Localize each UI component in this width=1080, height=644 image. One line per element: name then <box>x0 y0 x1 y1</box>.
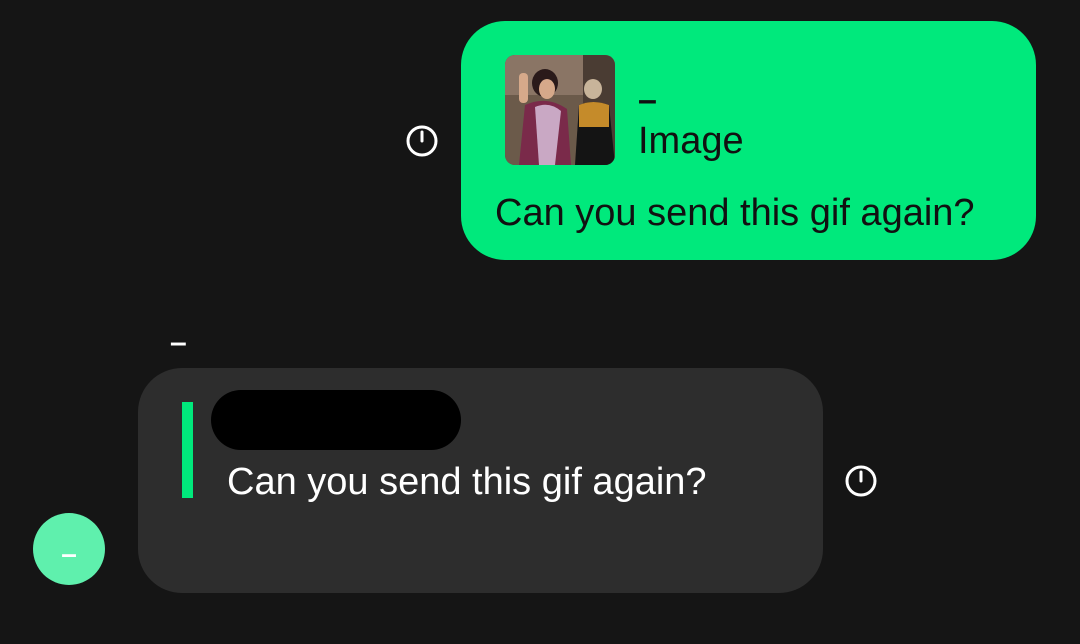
quote-accent-bar <box>182 402 193 498</box>
message-text: Can you send this gif again? <box>495 192 975 234</box>
incoming-message-bubble[interactable]: Can you send this gif again? <box>138 368 823 593</box>
redacted-quoted-author <box>211 390 461 450</box>
gif-thumbnail-image[interactable] <box>505 55 615 165</box>
avatar-initial: – <box>61 538 77 569</box>
quoted-author: – <box>638 81 657 119</box>
outgoing-message-bubble[interactable]: – Image Can you send this gif again? <box>461 21 1036 260</box>
quoted-media-type: Image <box>638 120 744 162</box>
avatar[interactable]: – <box>33 513 105 585</box>
pending-clock-icon <box>405 124 439 158</box>
quoted-message-text: Can you send this gif again? <box>227 461 707 503</box>
pending-clock-icon <box>844 464 878 498</box>
sender-name: – <box>170 326 187 359</box>
